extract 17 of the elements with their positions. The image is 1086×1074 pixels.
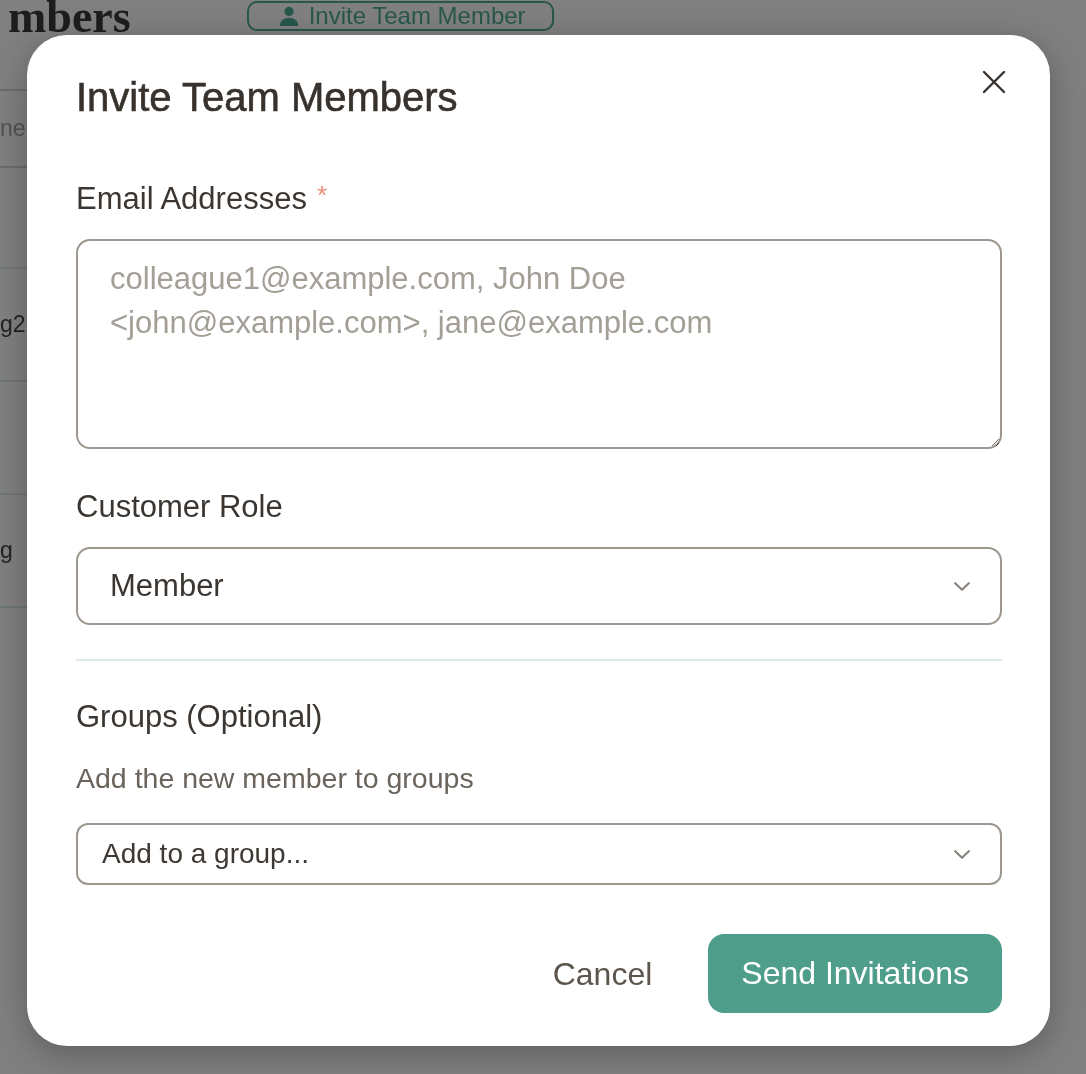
field-label: Groups (Optional) — [76, 698, 323, 736]
table-cell: g2 — [0, 311, 26, 338]
chevron-down-icon — [954, 849, 970, 859]
required-mark: * — [316, 180, 327, 210]
email-field[interactable]: colleague1@example.com, John Doe <john@example.com>, jane@example.com — [76, 239, 1002, 449]
cancel-button[interactable]: Cancel — [544, 954, 661, 993]
page-title: mbers — [7, 0, 131, 34]
field-label: Email Addresses — [76, 180, 307, 218]
dialog-title: Invite Team Members — [76, 74, 458, 121]
field-description: Add the new member to groups — [76, 761, 475, 795]
person-icon — [278, 6, 299, 26]
role-select[interactable]: Member — [76, 547, 1002, 625]
group-select[interactable]: Add to a group... — [76, 823, 1002, 885]
table-cell: g — [0, 537, 13, 564]
chevron-down-icon — [954, 581, 970, 591]
field-label: Customer Role — [76, 488, 283, 526]
close-icon[interactable] — [982, 70, 1006, 94]
